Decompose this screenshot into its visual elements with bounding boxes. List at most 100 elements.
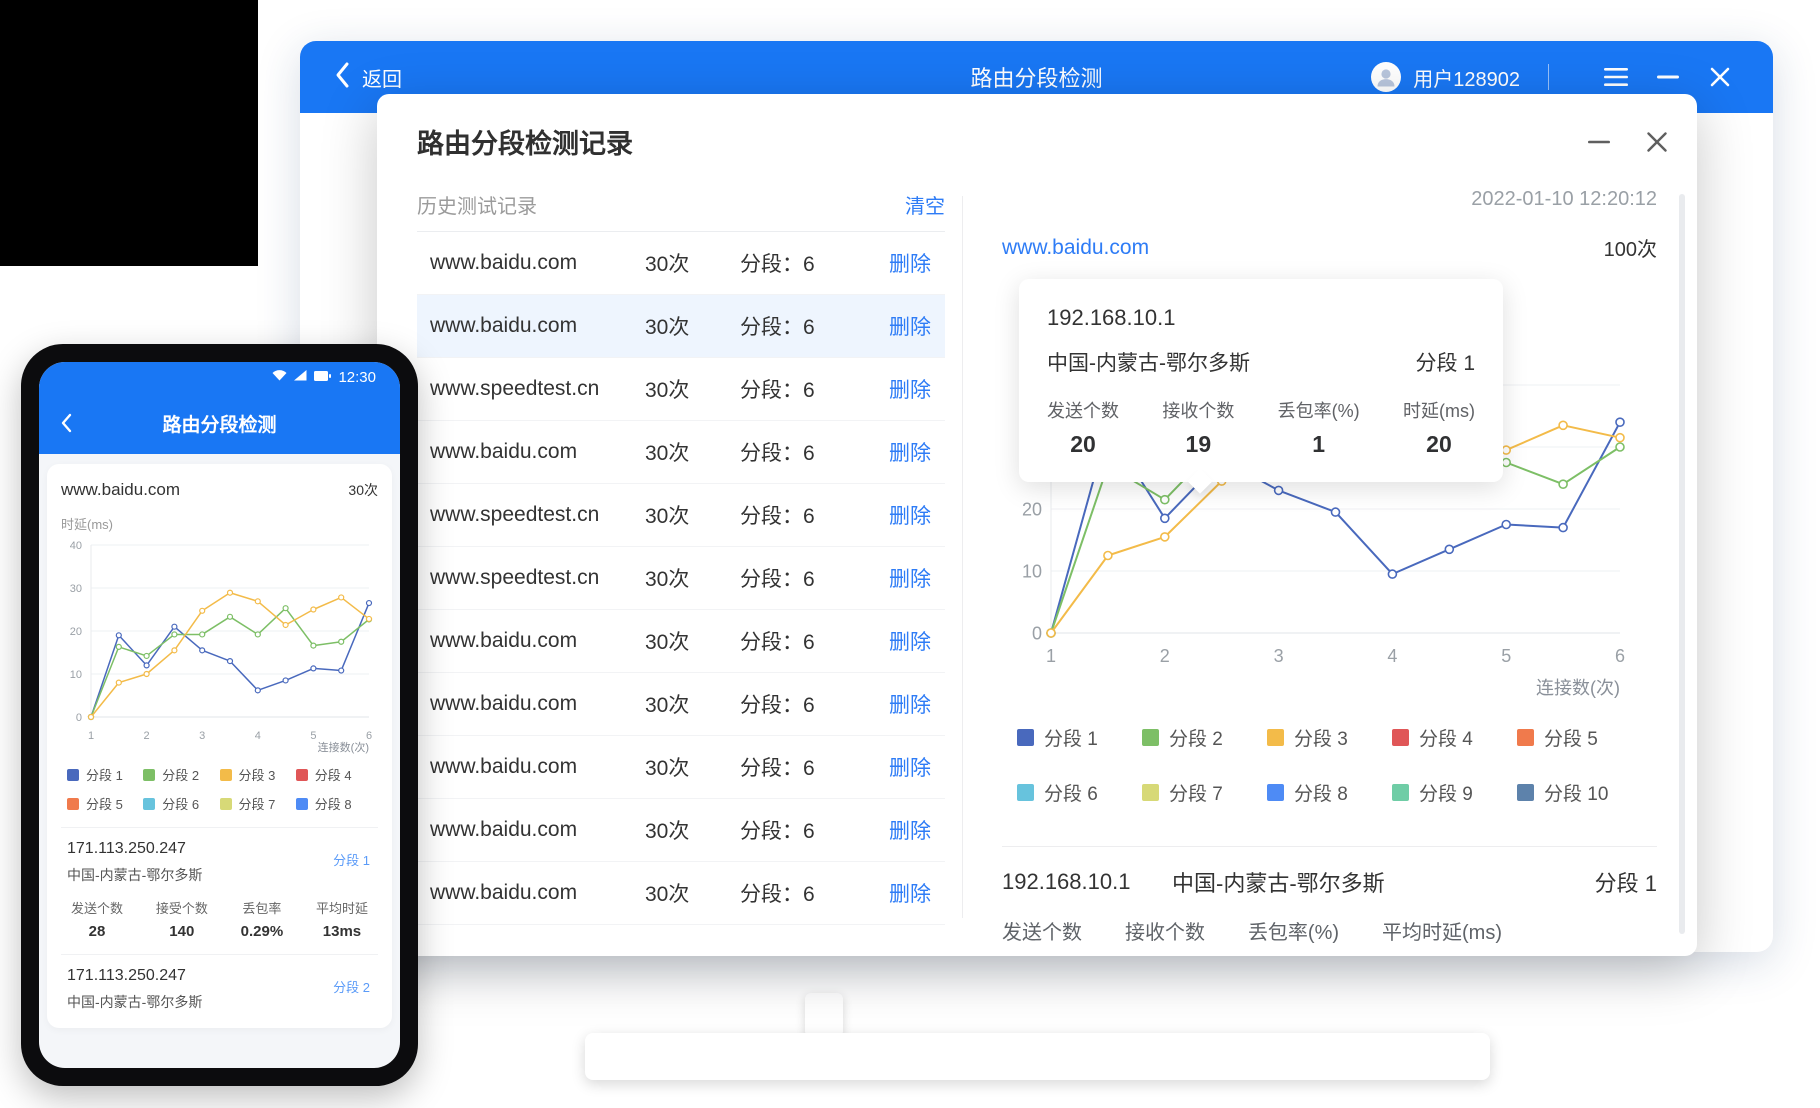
legend-swatch bbox=[296, 769, 308, 781]
tooltip-stat: 时延(ms)20 bbox=[1403, 397, 1475, 458]
phone-stat: 平均时延13ms bbox=[316, 898, 368, 940]
legend-swatch bbox=[67, 769, 79, 781]
history-host: www.baidu.com bbox=[430, 629, 645, 653]
history-row[interactable]: www.baidu.com 30次 分段：6 删除 bbox=[417, 232, 945, 295]
legend-swatch bbox=[1142, 729, 1159, 746]
legend-item: 分段 4 bbox=[296, 765, 372, 784]
data-point-marker bbox=[1388, 570, 1396, 578]
phone-segment-item[interactable]: 171.113.250.247 中国-内蒙古-鄂尔多斯 分段 1 发送个数28接… bbox=[61, 827, 378, 940]
delete-record-button[interactable]: 删除 bbox=[889, 563, 931, 593]
record-timestamp: 2022-01-10 12:20:12 bbox=[1002, 188, 1657, 211]
phone-host: www.baidu.com bbox=[61, 480, 180, 500]
history-list: www.baidu.com 30次 分段：6 删除 www.baidu.com … bbox=[417, 232, 945, 925]
delete-record-button[interactable]: 删除 bbox=[889, 752, 931, 782]
history-row[interactable]: www.baidu.com 30次 分段：6 删除 bbox=[417, 673, 945, 736]
chart-tooltip: 192.168.10.1 中国-内蒙古-鄂尔多斯 分段 1 发送个数20接收个数… bbox=[1019, 279, 1503, 482]
data-point-marker bbox=[339, 595, 344, 600]
data-point-marker bbox=[200, 608, 205, 613]
legend-swatch bbox=[1392, 784, 1409, 801]
history-count: 30次 bbox=[645, 374, 740, 404]
delete-record-button[interactable]: 删除 bbox=[889, 311, 931, 341]
delete-record-button[interactable]: 删除 bbox=[889, 374, 931, 404]
data-point-marker bbox=[1104, 552, 1112, 560]
data-point-marker bbox=[116, 633, 121, 638]
phone-stat: 丢包率0.29% bbox=[241, 898, 284, 940]
history-host: www.baidu.com bbox=[430, 314, 645, 338]
data-point-marker bbox=[1332, 508, 1340, 516]
data-point-marker bbox=[283, 678, 288, 683]
menu-button[interactable] bbox=[1603, 64, 1629, 90]
data-point-marker bbox=[1161, 496, 1169, 504]
x-tick-label: 5 bbox=[310, 730, 316, 742]
modal-minimize-button[interactable] bbox=[1587, 130, 1611, 154]
detail-panel: 2022-01-10 12:20:12 www.baidu.com 100次 bbox=[1002, 178, 1657, 262]
data-point-marker bbox=[228, 590, 233, 595]
legend-swatch bbox=[1142, 784, 1159, 801]
legend-item: 分段 5 bbox=[1517, 724, 1642, 751]
tooltip-location: 中国-内蒙古-鄂尔多斯 bbox=[1047, 347, 1250, 377]
delete-record-button[interactable]: 删除 bbox=[889, 500, 931, 530]
delete-record-button[interactable]: 删除 bbox=[889, 248, 931, 278]
history-count: 30次 bbox=[645, 248, 740, 278]
history-row[interactable]: www.speedtest.cn 30次 分段：6 删除 bbox=[417, 484, 945, 547]
legend-item: 分段 6 bbox=[1017, 779, 1142, 806]
legend-item: 分段 9 bbox=[1392, 779, 1517, 806]
history-segments: 分段：6 bbox=[740, 437, 889, 467]
segment-stats-header: 接收个数 bbox=[1125, 916, 1205, 945]
legend-swatch bbox=[1392, 729, 1409, 746]
history-host: www.baidu.com bbox=[430, 818, 645, 842]
modal-close-button[interactable] bbox=[1645, 130, 1669, 154]
data-point-marker bbox=[1502, 521, 1510, 529]
delete-record-button[interactable]: 删除 bbox=[889, 626, 931, 656]
segment-stats-headers: 发送个数接收个数丢包率(%)平均时延(ms) bbox=[1002, 916, 1502, 945]
delete-record-button[interactable]: 删除 bbox=[889, 437, 931, 467]
history-row[interactable]: www.baidu.com 30次 分段：6 删除 bbox=[417, 295, 945, 358]
data-point-marker bbox=[200, 632, 205, 637]
history-row[interactable]: www.speedtest.cn 30次 分段：6 删除 bbox=[417, 547, 945, 610]
phone-stat-value: 28 bbox=[71, 923, 123, 940]
phone-back-button[interactable] bbox=[61, 413, 72, 433]
delete-record-button[interactable]: 删除 bbox=[889, 689, 931, 719]
close-button[interactable] bbox=[1707, 64, 1733, 90]
history-row[interactable]: www.baidu.com 30次 分段：6 删除 bbox=[417, 862, 945, 925]
data-point-marker bbox=[172, 624, 177, 629]
history-segments: 分段：6 bbox=[740, 878, 889, 908]
phone-segment-item[interactable]: 171.113.250.247 中国-内蒙古-鄂尔多斯 分段 2 bbox=[61, 954, 378, 1012]
legend-label: 分段 6 bbox=[1044, 779, 1098, 806]
user-name[interactable]: 用户128902 bbox=[1413, 63, 1520, 92]
legend-item: 分段 4 bbox=[1392, 724, 1517, 751]
data-point-marker bbox=[1161, 533, 1169, 541]
legend-swatch bbox=[1517, 729, 1534, 746]
record-host-link[interactable]: www.baidu.com bbox=[1002, 236, 1149, 260]
legend-label: 分段 4 bbox=[1419, 724, 1473, 751]
legend-label: 分段 4 bbox=[315, 765, 352, 784]
history-segments: 分段：6 bbox=[740, 752, 889, 782]
delete-record-button[interactable]: 删除 bbox=[889, 878, 931, 908]
minimize-button[interactable] bbox=[1655, 64, 1681, 90]
tooltip-stat-label: 接收个数 bbox=[1162, 397, 1234, 423]
tooltip-ip: 192.168.10.1 bbox=[1047, 305, 1475, 331]
user-avatar-icon[interactable] bbox=[1371, 62, 1401, 92]
history-row[interactable]: www.baidu.com 30次 分段：6 删除 bbox=[417, 610, 945, 673]
back-button[interactable]: 返回 bbox=[300, 61, 402, 94]
history-row[interactable]: www.baidu.com 30次 分段：6 删除 bbox=[417, 421, 945, 484]
modal-scrollbar[interactable] bbox=[1679, 194, 1685, 934]
history-row[interactable]: www.baidu.com 30次 分段：6 删除 bbox=[417, 736, 945, 799]
x-axis-label: 连接数(次) bbox=[1536, 678, 1620, 698]
tooltip-stat-value: 19 bbox=[1162, 431, 1234, 458]
delete-record-button[interactable]: 删除 bbox=[889, 815, 931, 845]
phone-stat: 发送个数28 bbox=[71, 898, 123, 940]
legend-item: 分段 1 bbox=[1017, 724, 1142, 751]
tooltip-stats: 发送个数20接收个数19丢包率(%)1时延(ms)20 bbox=[1047, 397, 1475, 458]
phone-segment-tag: 分段 2 bbox=[333, 977, 370, 996]
phone-stat-value: 0.29% bbox=[241, 923, 284, 940]
history-segments: 分段：6 bbox=[740, 815, 889, 845]
data-point-marker bbox=[172, 632, 177, 637]
wifi-icon bbox=[272, 368, 287, 386]
data-point-marker bbox=[1559, 480, 1567, 488]
legend-item: 分段 8 bbox=[1267, 779, 1392, 806]
history-row[interactable]: www.baidu.com 30次 分段：6 删除 bbox=[417, 799, 945, 862]
phone-screen: 12:30 路由分段检测 www.baidu.com 30次 时延(ms) 01… bbox=[39, 362, 400, 1068]
history-row[interactable]: www.speedtest.cn 30次 分段：6 删除 bbox=[417, 358, 945, 421]
clear-history-button[interactable]: 清空 bbox=[905, 190, 945, 219]
